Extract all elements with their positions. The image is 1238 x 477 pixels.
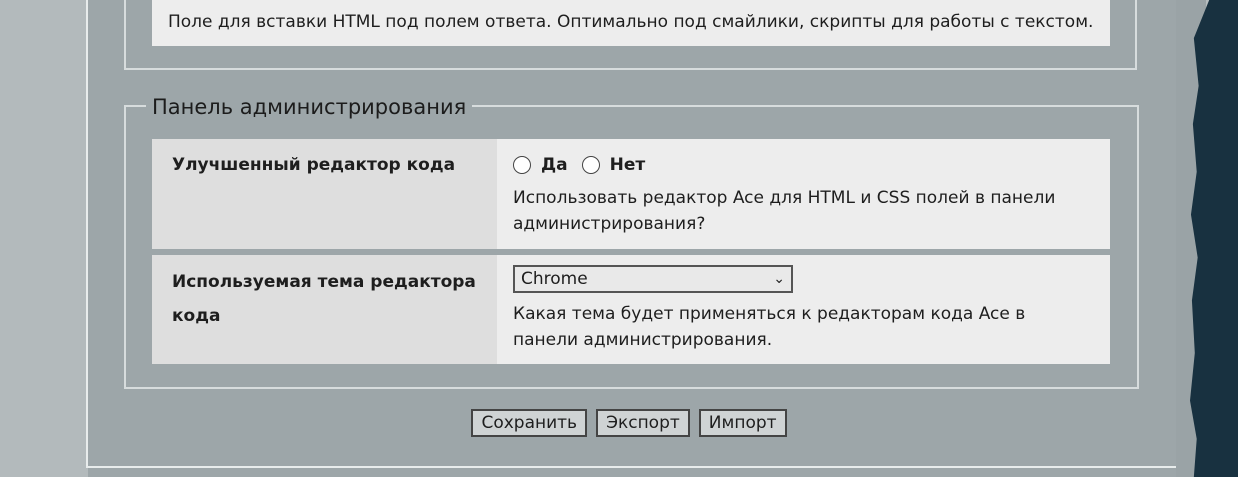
html-field-description: Поле для вставки HTML под полем ответа. … xyxy=(152,0,1110,46)
code-editor-field: Да Нет Использовать редактор Ace для HTM… xyxy=(497,139,1110,249)
code-editor-radio-group: Да Нет xyxy=(513,153,1094,177)
editor-theme-field: Chrome ⌄ Какая тема будет применяться к … xyxy=(497,255,1110,364)
export-button[interactable]: Экспорт xyxy=(596,409,690,437)
code-editor-label: Улучшенный редактор кода xyxy=(152,139,497,249)
radio-no-label[interactable]: Нет xyxy=(610,152,646,178)
editor-theme-description: Какая тема будет применяться к редактора… xyxy=(513,304,1026,350)
chevron-down-icon: ⌄ xyxy=(773,271,785,287)
code-editor-description: Использовать редактор Ace для HTML и CSS… xyxy=(513,188,1056,234)
editor-theme-select[interactable]: Chrome ⌄ xyxy=(513,265,793,293)
editor-theme-selected-value: Chrome xyxy=(521,269,588,289)
content-border-left xyxy=(86,0,88,468)
save-button[interactable]: Сохранить xyxy=(471,409,588,437)
code-editor-setting-row: Улучшенный редактор кода Да Нет Использо… xyxy=(152,139,1110,249)
page-background-left xyxy=(0,0,88,477)
editor-theme-label: Используемая тема редактора кода xyxy=(152,255,497,364)
editor-theme-setting-row: Используемая тема редактора кода Chrome … xyxy=(152,255,1110,364)
admin-panel-legend: Панель администрирования xyxy=(146,93,473,121)
radio-yes-label[interactable]: Да xyxy=(541,152,568,178)
content-border-bottom xyxy=(86,466,1178,468)
radio-no[interactable] xyxy=(581,156,600,174)
form-buttons: Сохранить Экспорт Импорт xyxy=(0,409,1238,437)
import-button[interactable]: Импорт xyxy=(698,409,787,437)
radio-yes[interactable] xyxy=(513,156,531,174)
